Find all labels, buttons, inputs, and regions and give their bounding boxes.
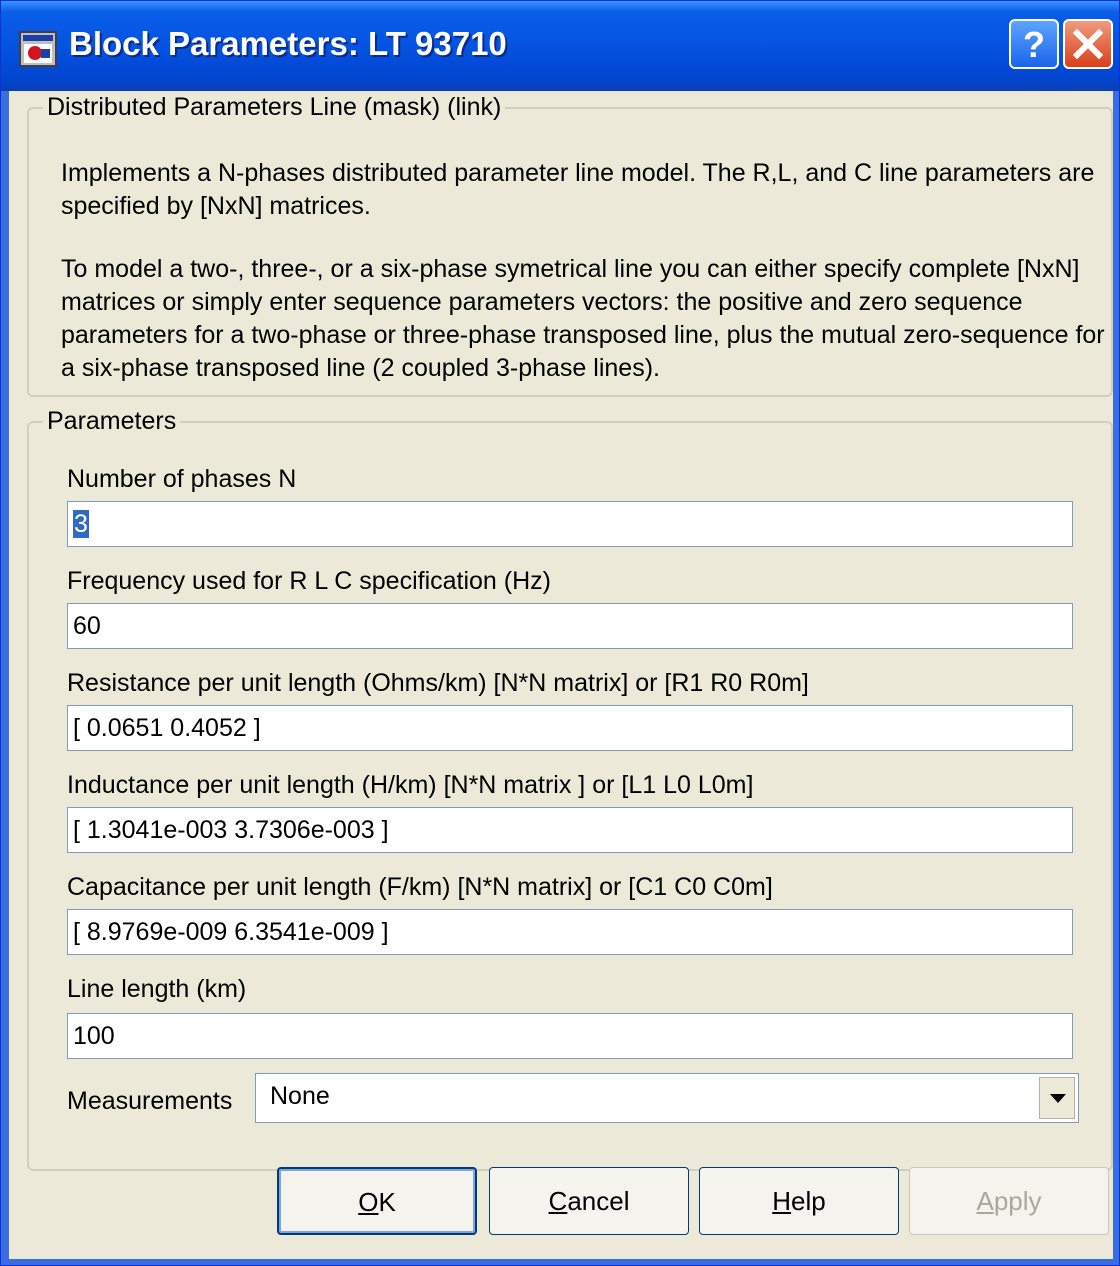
apply-button-label: pply [993, 1186, 1042, 1216]
cancel-button[interactable]: Cancel [489, 1167, 689, 1235]
simulink-block-icon [19, 31, 57, 67]
ok-button[interactable]: OK [277, 1167, 477, 1235]
parameters-group: Parameters Number of phases N 3 Frequenc… [27, 407, 1113, 1171]
description-text-1: Implements a N-phases distributed parame… [61, 159, 1095, 220]
capacitance-label: Capacitance per unit length (F/km) [N*N … [67, 873, 773, 901]
resistance-label: Resistance per unit length (Ohms/km) [N*… [67, 669, 809, 697]
help-button-label: elp [791, 1186, 826, 1216]
capacitance-input[interactable]: [ 8.9769e-009 6.3541e-009 ] [67, 909, 1073, 955]
title-bar[interactable]: Block Parameters: LT 93710 ? [1, 1, 1119, 91]
phases-label: Number of phases N [67, 465, 297, 493]
apply-button[interactable]: Apply [909, 1167, 1109, 1235]
description-text-2: To model a two-, three-, or a six-phase … [61, 255, 1105, 382]
parameters-group-title: Parameters [43, 407, 181, 436]
inductance-label: Inductance per unit length (H/km) [N*N m… [67, 771, 754, 799]
cancel-button-label: ancel [567, 1186, 630, 1216]
description-group-title: Distributed Parameters Line (mask) (link… [43, 93, 506, 122]
phases-input[interactable]: 3 [67, 501, 1073, 547]
inductance-input[interactable]: [ 1.3041e-003 3.7306e-003 ] [67, 807, 1073, 853]
resistance-input[interactable]: [ 0.0651 0.4052 ] [67, 705, 1073, 751]
dialog-body: Distributed Parameters Line (mask) (link… [9, 91, 1113, 1259]
description-group: Distributed Parameters Line (mask) (link… [27, 93, 1113, 397]
ok-button-label: K [378, 1187, 396, 1217]
measurements-selected-value: None [270, 1082, 330, 1110]
cancel-button-mnemonic: C [548, 1186, 568, 1216]
help-title-button[interactable]: ? [1009, 19, 1059, 69]
line-length-label: Line length (km) [67, 975, 247, 1003]
close-button[interactable] [1063, 19, 1113, 69]
close-icon [1072, 28, 1104, 60]
window-title: Block Parameters: LT 93710 [69, 25, 507, 62]
frequency-label: Frequency used for R L C specification (… [67, 567, 551, 595]
frequency-input[interactable]: 60 [67, 603, 1073, 649]
help-button-mnemonic: H [772, 1186, 792, 1216]
measurements-label: Measurements [67, 1087, 233, 1115]
measurements-dropdown[interactable]: None [255, 1073, 1079, 1123]
chevron-down-icon [1050, 1094, 1066, 1103]
ok-button-mnemonic: O [358, 1187, 379, 1217]
question-mark-icon: ? [1023, 24, 1045, 65]
phases-input-value: 3 [73, 510, 89, 538]
help-button[interactable]: Help [699, 1167, 899, 1235]
dialog-window: Block Parameters: LT 93710 ? Distributed… [0, 0, 1120, 1266]
apply-button-mnemonic: A [976, 1186, 994, 1216]
dropdown-button[interactable] [1039, 1077, 1075, 1119]
line-length-input[interactable]: 100 [67, 1013, 1073, 1059]
